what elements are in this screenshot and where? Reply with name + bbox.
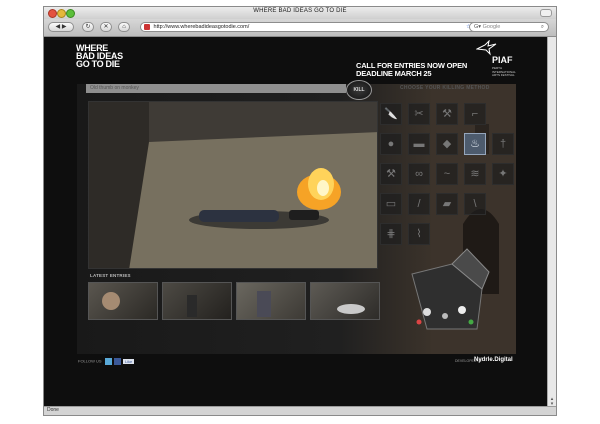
search-placeholder: Google [482,24,501,30]
back-forward-buttons[interactable]: ◀ ▶ [48,22,74,32]
tool-bat-icon[interactable]: \ [464,193,486,215]
search-icon[interactable]: ⌕ [541,23,544,31]
latest-entry-thumbnail-4[interactable] [310,282,380,320]
follow-us-label: FOLLOW US [78,358,102,364]
tool-rope-icon[interactable]: ∞ [408,163,430,185]
kill-button[interactable]: KILL [346,80,372,100]
bird-logo-icon [476,40,497,56]
execution-video[interactable] [88,101,378,269]
browser-toolbar: ◀ ▶ ↻ ✕ ⌂ http://www.wherebadideasgotodi… [44,19,556,37]
tool-knife-icon[interactable]: 🔪 [380,103,402,125]
vertical-scrollbar[interactable]: ▴ ▾ [547,37,556,409]
browser-window: WHERE BAD IDEAS GO TO DIE ◀ ▶ ↻ ✕ ⌂ http… [43,6,557,416]
latest-entry-thumbnail-2[interactable] [162,282,232,320]
piaf-subtitle: PERTH INTERNATIONAL ARTS FESTIVAL [492,66,516,77]
latest-entry-thumbnail-1[interactable] [88,282,158,320]
tool-poison-icon[interactable]: ✦ [492,163,514,185]
toolbar-toggle-button[interactable] [540,9,552,17]
search-field[interactable]: G▾ Google ⌕ [469,22,549,32]
call-for-entries[interactable]: CALL FOR ENTRIES NOW OPEN DEADLINE MARCH… [356,62,467,78]
follow-us: FOLLOW US Like [78,358,135,365]
video-scene [89,102,377,268]
call-line-2: DEADLINE MARCH 25 [356,69,432,78]
piaf-logo[interactable]: PIAF [492,55,513,65]
tool-saw-icon[interactable]: ≋ [464,163,486,185]
tool-sword-icon[interactable]: † [492,133,514,155]
tool-car-icon[interactable]: ▬ [408,133,430,155]
tool-blade-icon[interactable]: / [408,193,430,215]
tool-spikes-icon[interactable]: ⋕ [380,223,402,245]
box-of-dead-ideas-illustration [411,248,490,330]
tool-fire-icon[interactable]: ♨ [464,133,486,155]
tool-hammer-icon[interactable]: ⚒ [380,163,402,185]
facebook-icon[interactable] [113,358,121,365]
reload-icon[interactable]: ↻ [82,22,94,32]
thumbnail-1-image [102,292,120,310]
search-engine-icon[interactable]: G▾ [474,24,481,30]
tool-scissors-icon[interactable]: ✂ [408,103,430,125]
status-bar: Done [44,406,556,415]
killing-method-label: CHOOSE YOUR KILLING METHOD [400,85,490,91]
bad-idea-input[interactable]: Old thumb on monkey [86,84,346,93]
latest-entries-label: LATEST ENTRIES [90,273,131,278]
address-bar[interactable]: http://www.wherebadideasgotodie.com/ ☆ [140,22,510,32]
tool-whip-icon[interactable]: ~ [436,163,458,185]
facebook-like-button[interactable]: Like [122,359,135,364]
thumbnail-4-image [337,304,365,314]
latest-entry-thumbnail-3[interactable] [236,282,306,320]
tool-acid-icon[interactable]: ⌇ [408,223,430,245]
stop-icon[interactable]: ✕ [100,22,112,32]
tool-brick-icon[interactable]: ▭ [380,193,402,215]
window-title: WHERE BAD IDEAS GO TO DIE [253,8,347,14]
page-viewport: WHERE BAD IDEAS GO TO DIE CALL FOR ENTRI… [44,37,548,409]
thumbnail-3-image [257,291,271,317]
tool-bomb-icon[interactable]: ● [380,133,402,155]
tool-axe-icon[interactable]: ⚒ [436,103,458,125]
url-text: http://www.wherebadideasgotodie.com/ [153,24,250,30]
killing-method-grid: 🔪 ✂ ⚒ ⌐ ● ▬ ◆ ♨ † ⚒ ∞ ~ ≋ ✦ ▭ / ▰ \ ⋕ ⌇ [380,103,516,253]
tool-trap-icon[interactable]: ▰ [436,193,458,215]
favicon-icon [144,23,150,30]
status-text: Done [47,407,59,413]
thumbnail-2-image [187,295,197,317]
twitter-icon[interactable] [104,358,112,365]
tool-grenade-icon[interactable]: ◆ [436,133,458,155]
tool-gun-icon[interactable]: ⌐ [464,103,486,125]
developer-logo[interactable]: Nydrle.Digital [474,357,513,363]
site-logo[interactable]: WHERE BAD IDEAS GO TO DIE [76,44,146,69]
home-icon[interactable]: ⌂ [118,22,130,32]
logo-line-3: GO TO DIE [76,59,120,69]
